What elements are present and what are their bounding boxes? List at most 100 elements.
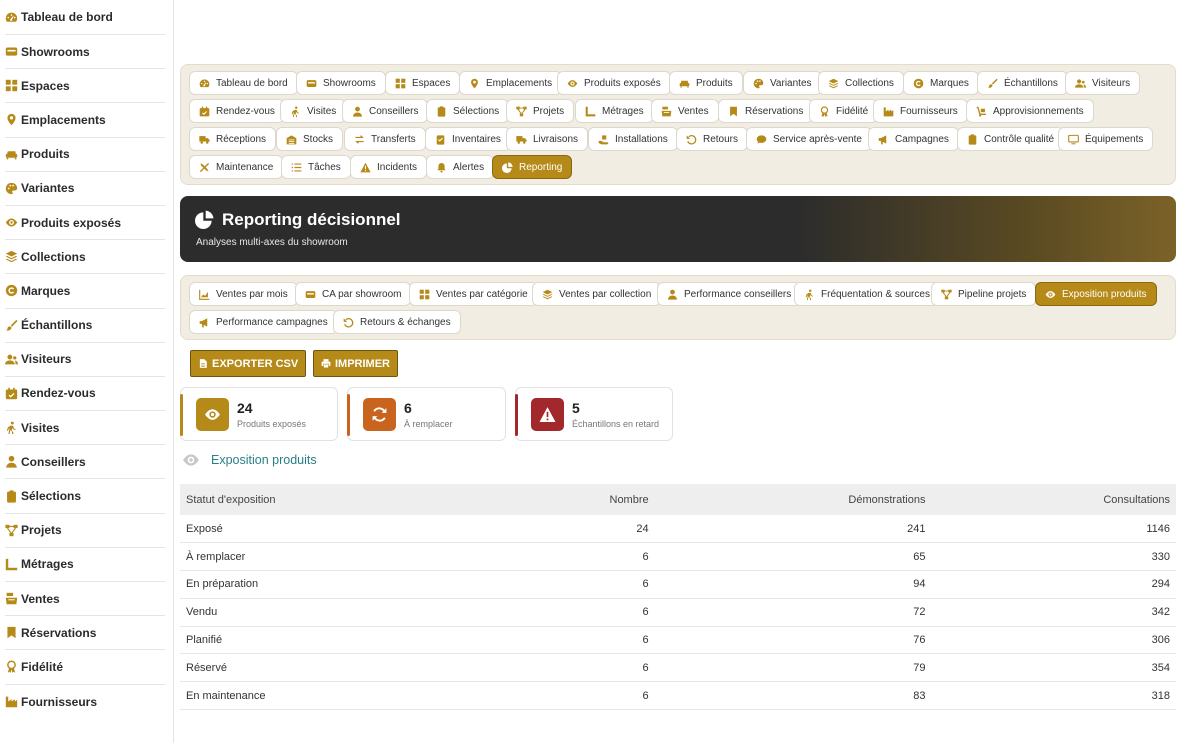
sidebar-item-rendez-vous[interactable]: Rendez-vous: [5, 377, 165, 412]
nav-stocks[interactable]: Stocks: [276, 127, 344, 151]
nav-transferts[interactable]: Transferts: [344, 127, 426, 151]
sidebar-item-marques[interactable]: Marques: [5, 274, 165, 309]
tab-ventes-par-categorie[interactable]: Ventes par catégorie: [409, 282, 538, 306]
tab-ca-par-showroom[interactable]: CA par showroom: [295, 282, 412, 306]
tab-performance-conseillers[interactable]: Performance conseillers: [657, 282, 802, 306]
sidebar-item-fidelite[interactable]: Fidélité: [5, 650, 165, 685]
column-header: Démonstrations: [848, 493, 926, 506]
exposition-table: Statut d'exposition Nombre Démonstration…: [180, 484, 1176, 711]
tab-exposition-produits[interactable]: Exposition produits: [1035, 282, 1157, 306]
kpi-label: À remplacer: [404, 419, 453, 429]
sidebar-item-conseillers[interactable]: Conseillers: [5, 445, 165, 480]
bookmark-icon: [728, 106, 739, 117]
sidebar-item-tableau-de-bord[interactable]: Tableau de bord: [5, 0, 165, 35]
sidebar-item-showrooms[interactable]: Showrooms: [5, 35, 165, 70]
tab-ventes-par-collection[interactable]: Ventes par collection: [532, 282, 662, 306]
nav-equipements[interactable]: Équipements: [1058, 127, 1154, 151]
nav-campagnes[interactable]: Campagnes: [868, 127, 959, 151]
sidebar-item-label: Métrages: [21, 557, 74, 572]
tab-performance-campagnes[interactable]: Performance campagnes: [189, 310, 338, 334]
sidebar-item-emplacements[interactable]: Emplacements: [5, 103, 165, 138]
table-cell: 65: [654, 542, 932, 572]
sidebar-item-metrages[interactable]: Métrages: [5, 548, 165, 582]
tab-ventes-par-mois[interactable]: Ventes par mois: [189, 282, 298, 306]
sidebar-item-espaces[interactable]: Espaces: [5, 69, 165, 104]
nav-ventes[interactable]: Ventes: [651, 99, 719, 123]
nav-produits[interactable]: Produits: [669, 71, 743, 95]
nav-approvisionnements[interactable]: Approvisionnements: [966, 99, 1094, 123]
nav-marques[interactable]: Marques: [903, 71, 979, 95]
nav-tableau-de-bord[interactable]: Tableau de bord: [189, 71, 298, 95]
project-diagram-icon: [941, 289, 952, 300]
table-cell: En maintenance: [180, 681, 496, 711]
nav-controle-qualite[interactable]: Contrôle qualité: [957, 127, 1065, 151]
sidebar-item-produits[interactable]: Produits: [5, 138, 165, 172]
undo-icon: [343, 317, 354, 328]
nav-service-apres-vente[interactable]: Service après-vente: [746, 127, 872, 151]
sidebar-item-echantillons[interactable]: Échantillons: [5, 309, 165, 343]
nav-inventaires[interactable]: Inventaires: [425, 127, 511, 151]
nav-reporting[interactable]: Reporting: [492, 155, 573, 179]
sidebar-item-produits-exposes[interactable]: Produits exposés: [5, 206, 165, 241]
copyright-icon: [913, 78, 924, 89]
sidebar-item-projets[interactable]: Projets: [5, 514, 165, 548]
nav-produits-exposes[interactable]: Produits exposés: [557, 71, 671, 95]
user-tie-icon: [5, 455, 18, 468]
store-icon: [5, 45, 18, 58]
nav-espaces[interactable]: Espaces: [385, 71, 461, 95]
nav-emplacements[interactable]: Emplacements: [459, 71, 563, 95]
nav-receptions[interactable]: Réceptions: [189, 127, 277, 151]
sidebar-item-selections[interactable]: Sélections: [5, 479, 165, 514]
nav-incidents[interactable]: Incidents: [350, 155, 428, 179]
table-cell: 294: [931, 570, 1176, 599]
nav-echantillons[interactable]: Échantillons: [977, 71, 1068, 95]
nav-projets[interactable]: Projets: [506, 99, 575, 123]
nav-maintenance[interactable]: Maintenance: [189, 155, 284, 179]
nav-visites[interactable]: Visites: [280, 99, 347, 123]
kpi-value: 6: [404, 400, 412, 416]
top-nav-panel: Tableau de bord Showrooms Espaces Emplac…: [180, 64, 1176, 185]
copyright-icon: [5, 284, 18, 297]
nav-fidelite[interactable]: Fidélité: [809, 99, 879, 123]
users-icon: [1075, 78, 1086, 89]
table-cell: 6: [495, 598, 655, 627]
nav-visiteurs[interactable]: Visiteurs: [1065, 71, 1141, 95]
nav-fournisseurs[interactable]: Fournisseurs: [873, 99, 968, 123]
sidebar-item-variantes[interactable]: Variantes: [5, 172, 165, 206]
nav-showrooms[interactable]: Showrooms: [296, 71, 386, 95]
sidebar-item-visiteurs[interactable]: Visiteurs: [5, 343, 165, 377]
nav-taches[interactable]: Tâches: [281, 155, 351, 179]
palette-icon: [753, 78, 764, 89]
sidebar-item-label: Sélections: [21, 489, 82, 504]
tab-frequentation-sources[interactable]: Fréquentation & sources: [794, 282, 940, 306]
calendar-check-icon: [199, 106, 210, 117]
tab-pipeline-projets[interactable]: Pipeline projets: [931, 282, 1037, 306]
sidebar-item-collections[interactable]: Collections: [5, 240, 165, 275]
table-cell: À remplacer: [180, 542, 496, 572]
sidebar-item-ventes[interactable]: Ventes: [5, 582, 165, 617]
sidebar-item-fournisseurs[interactable]: Fournisseurs: [5, 685, 165, 719]
sidebar-item-reservations[interactable]: Réservations: [5, 616, 165, 651]
nav-metrages[interactable]: Métrages: [575, 99, 654, 123]
nav-rendez-vous[interactable]: Rendez-vous: [189, 99, 285, 123]
gauge-icon: [199, 78, 210, 89]
print-button[interactable]: IMPRIMER: [313, 350, 398, 377]
report-tabs-panel: Ventes par mois CA par showroom Ventes p…: [180, 275, 1176, 340]
gauge-icon: [5, 11, 18, 24]
nav-variantes[interactable]: Variantes: [743, 71, 822, 95]
nav-livraisons[interactable]: Livraisons: [506, 127, 589, 151]
column-header: Consultations: [1103, 493, 1170, 506]
nav-alertes[interactable]: Alertes: [426, 155, 495, 179]
clipboard-icon: [967, 134, 978, 145]
nav-installations[interactable]: Installations: [588, 127, 678, 151]
nav-selections[interactable]: Sélections: [426, 99, 510, 123]
table-cell: 24: [495, 515, 655, 544]
nav-retours[interactable]: Retours: [676, 127, 749, 151]
sidebar-item-visites[interactable]: Visites: [5, 411, 165, 446]
nav-reservations[interactable]: Réservations: [718, 99, 814, 123]
layers-icon: [828, 78, 839, 89]
nav-conseillers[interactable]: Conseillers: [342, 99, 429, 123]
tab-retours-echanges[interactable]: Retours & échanges: [333, 310, 461, 334]
nav-collections[interactable]: Collections: [818, 71, 904, 95]
export-csv-button[interactable]: EXPORTER CSV: [190, 350, 307, 377]
